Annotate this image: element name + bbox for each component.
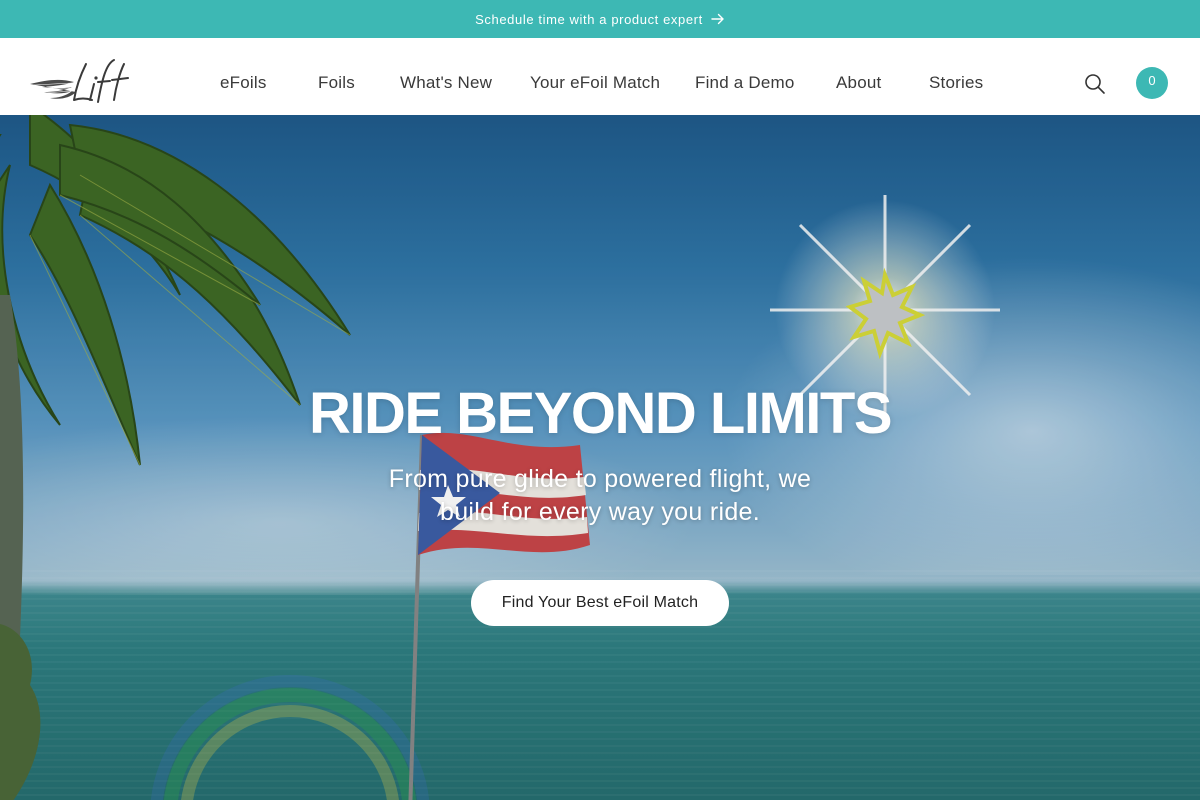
hero-section: RIDE BEYOND LIMITS From pure glide to po… (0, 115, 1200, 800)
nav-item-whats-new[interactable]: What's New (400, 73, 492, 93)
search-icon[interactable] (1083, 72, 1107, 96)
site-header: eFoils Foils What's New Your eFoil Match… (0, 38, 1200, 115)
hero-title: RIDE BEYOND LIMITS (308, 381, 893, 446)
announcement-text[interactable]: Schedule time with a product expert (475, 12, 703, 27)
find-efoil-match-button[interactable]: Find Your Best eFoil Match (471, 580, 729, 626)
cart-count: 0 (1148, 72, 1156, 88)
nav-item-efoil-match[interactable]: Your eFoil Match (530, 73, 660, 93)
nav-item-foils[interactable]: Foils (318, 73, 355, 93)
main-nav: eFoils Foils What's New Your eFoil Match… (0, 38, 1200, 115)
nav-item-stories[interactable]: Stories (929, 73, 983, 93)
announcement-bar[interactable]: Schedule time with a product expert (0, 0, 1200, 38)
hero-subtitle: From pure glide to powered flight, we bu… (388, 465, 812, 526)
nav-item-about[interactable]: About (836, 73, 881, 93)
nav-item-efoils[interactable]: eFoils (220, 73, 267, 93)
nav-item-find-demo[interactable]: Find a Demo (695, 73, 795, 93)
cart-button[interactable]: 0 (1136, 67, 1168, 99)
arrow-right-icon (711, 13, 725, 25)
